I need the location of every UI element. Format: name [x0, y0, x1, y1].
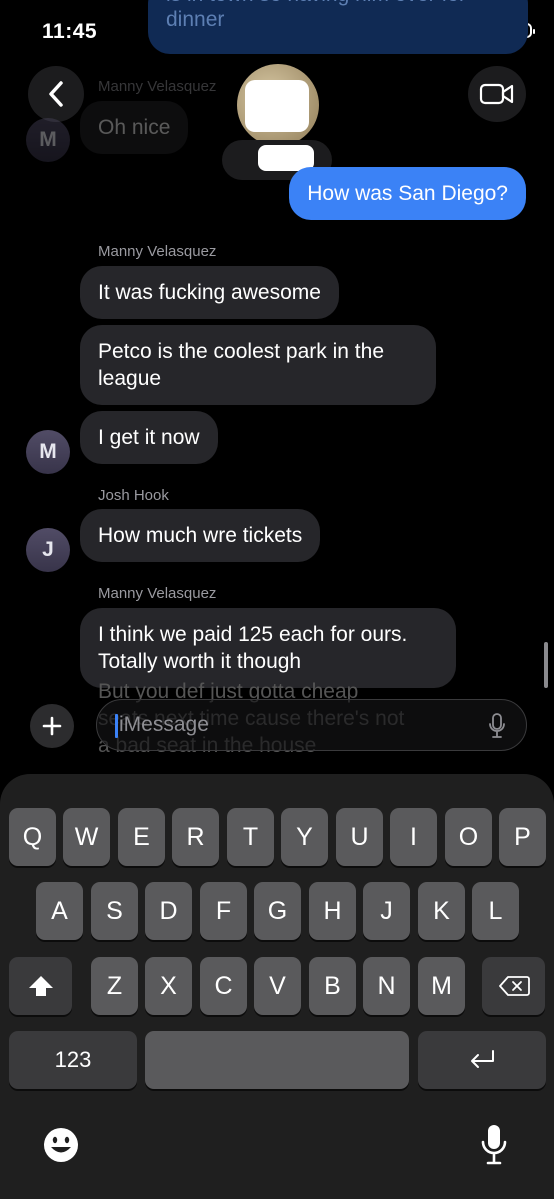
space-key[interactable] [145, 1031, 409, 1089]
back-button[interactable] [28, 66, 84, 122]
keyboard: Q W E R T Y U I O P A S D F G H J K L Z … [0, 774, 554, 1199]
key-d[interactable]: D [145, 882, 192, 940]
sender-name: Josh Hook [98, 487, 169, 504]
status-time: 11:45 [42, 20, 98, 43]
backspace-icon [498, 976, 530, 996]
key-y[interactable]: Y [281, 808, 328, 866]
message-bubble-outgoing[interactable]: How was San Diego? [289, 167, 526, 220]
return-arrow-icon [471, 1050, 494, 1068]
shift-arrow-icon [28, 976, 53, 996]
key-s[interactable]: S [91, 882, 138, 940]
message-bubble-incoming[interactable]: I think we paid 125 each for ours. Total… [80, 608, 456, 688]
message-bubble-incoming[interactable]: I get it now [80, 411, 218, 464]
text-cursor [115, 714, 118, 738]
emoji-icon[interactable] [42, 1126, 80, 1164]
numbers-key[interactable]: 123 [9, 1031, 137, 1089]
group-avatar[interactable] [237, 64, 319, 146]
key-e[interactable]: E [118, 808, 165, 866]
key-h[interactable]: H [309, 882, 356, 940]
delete-key[interactable] [482, 957, 545, 1015]
key-b[interactable]: B [309, 957, 356, 1015]
key-t[interactable]: T [227, 808, 274, 866]
key-p[interactable]: P [499, 808, 546, 866]
message-bubble-incoming[interactable]: Oh nice [80, 101, 189, 154]
message-bubble-incoming[interactable]: How much wre tickets [80, 509, 321, 562]
message-bubble-incoming[interactable]: Petco is the coolest park in the league [80, 325, 436, 405]
avatar[interactable]: M [26, 430, 70, 474]
key-u[interactable]: U [336, 808, 383, 866]
key-w[interactable]: W [63, 808, 110, 866]
key-i[interactable]: I [390, 808, 437, 866]
shift-key[interactable] [9, 957, 72, 1015]
chevron-left-icon [49, 81, 63, 107]
key-x[interactable]: X [145, 957, 192, 1015]
key-n[interactable]: N [363, 957, 410, 1015]
avatar[interactable]: J [26, 528, 70, 572]
key-v[interactable]: V [254, 957, 301, 1015]
video-camera-icon [479, 83, 514, 105]
key-c[interactable]: C [200, 957, 247, 1015]
key-q[interactable]: Q [9, 808, 56, 866]
plus-icon [42, 716, 62, 736]
facetime-video-button[interactable] [468, 66, 526, 122]
dictation-mic-icon[interactable] [488, 713, 506, 739]
message-input[interactable]: iMessage [96, 699, 527, 751]
key-m[interactable]: M [418, 957, 465, 1015]
key-z[interactable]: Z [91, 957, 138, 1015]
message-bubble-outgoing-earlier: is in town so having him over for dinner [148, 0, 528, 54]
message-bubble-incoming[interactable]: It was fucking awesome [80, 266, 339, 319]
redaction-scribble [245, 80, 309, 132]
apps-plus-button[interactable] [30, 704, 74, 748]
key-l[interactable]: L [472, 882, 519, 940]
key-a[interactable]: A [36, 882, 83, 940]
sender-name: Manny Velasquez [98, 243, 217, 260]
message-input-placeholder: iMessage [119, 713, 209, 736]
avatar[interactable]: M [26, 118, 70, 162]
key-j[interactable]: J [363, 882, 410, 940]
scroll-indicator[interactable] [544, 642, 548, 688]
dictation-mic-icon[interactable] [480, 1124, 508, 1166]
key-o[interactable]: O [445, 808, 492, 866]
sender-name: Manny Velasquez [98, 78, 217, 95]
return-key[interactable] [418, 1031, 546, 1089]
key-k[interactable]: K [418, 882, 465, 940]
key-r[interactable]: R [172, 808, 219, 866]
sender-name: Manny Velasquez [98, 585, 217, 602]
key-g[interactable]: G [254, 882, 301, 940]
key-f[interactable]: F [200, 882, 247, 940]
